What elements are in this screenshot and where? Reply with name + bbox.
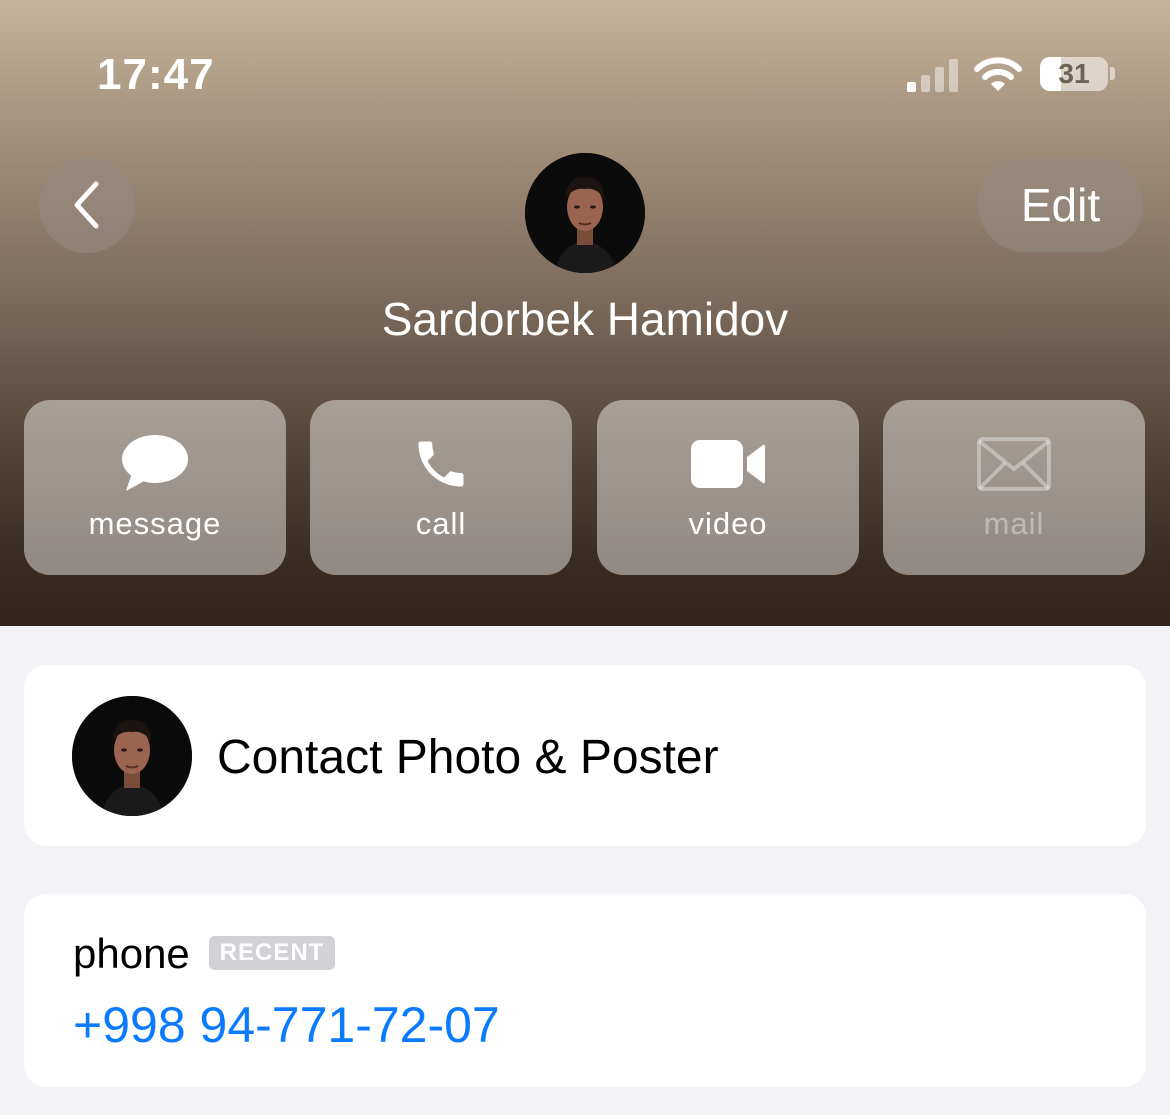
wifi-icon	[974, 57, 1022, 91]
mail-label: mail	[983, 506, 1045, 541]
battery-icon: 31	[1040, 57, 1108, 91]
message-label: message	[88, 506, 222, 541]
person-photo-icon	[72, 696, 192, 816]
edit-button[interactable]: Edit	[978, 158, 1143, 252]
contact-photo-poster-label: Contact Photo & Poster	[217, 731, 719, 784]
video-button[interactable]: video	[597, 400, 859, 575]
contact-poster-avatar	[72, 696, 192, 816]
phone-number-link[interactable]: +998 94-771-72-07	[73, 996, 500, 1054]
back-button[interactable]	[39, 157, 135, 253]
phone-card	[24, 894, 1146, 1087]
contact-avatar[interactable]	[525, 153, 645, 273]
message-bubble-icon	[122, 435, 188, 491]
contact-name: Sardorbek Hamidov	[381, 293, 789, 345]
phone-label: phone	[73, 930, 190, 977]
envelope-icon	[977, 437, 1051, 491]
recent-badge: RECENT	[209, 936, 335, 970]
phone-icon	[418, 441, 464, 487]
call-button[interactable]: call	[310, 400, 572, 575]
battery-percentage: 31	[1058, 58, 1090, 89]
cellular-signal-icon	[907, 59, 958, 92]
chevron-left-icon	[74, 181, 99, 229]
battery-cap	[1110, 67, 1115, 80]
video-label: video	[688, 506, 768, 541]
call-label: call	[415, 506, 467, 541]
mail-button[interactable]: mail	[883, 400, 1145, 575]
message-button[interactable]: message	[24, 400, 286, 575]
status-time: 17:47	[97, 50, 215, 99]
person-photo-icon	[525, 153, 645, 273]
video-camera-icon	[691, 440, 765, 488]
